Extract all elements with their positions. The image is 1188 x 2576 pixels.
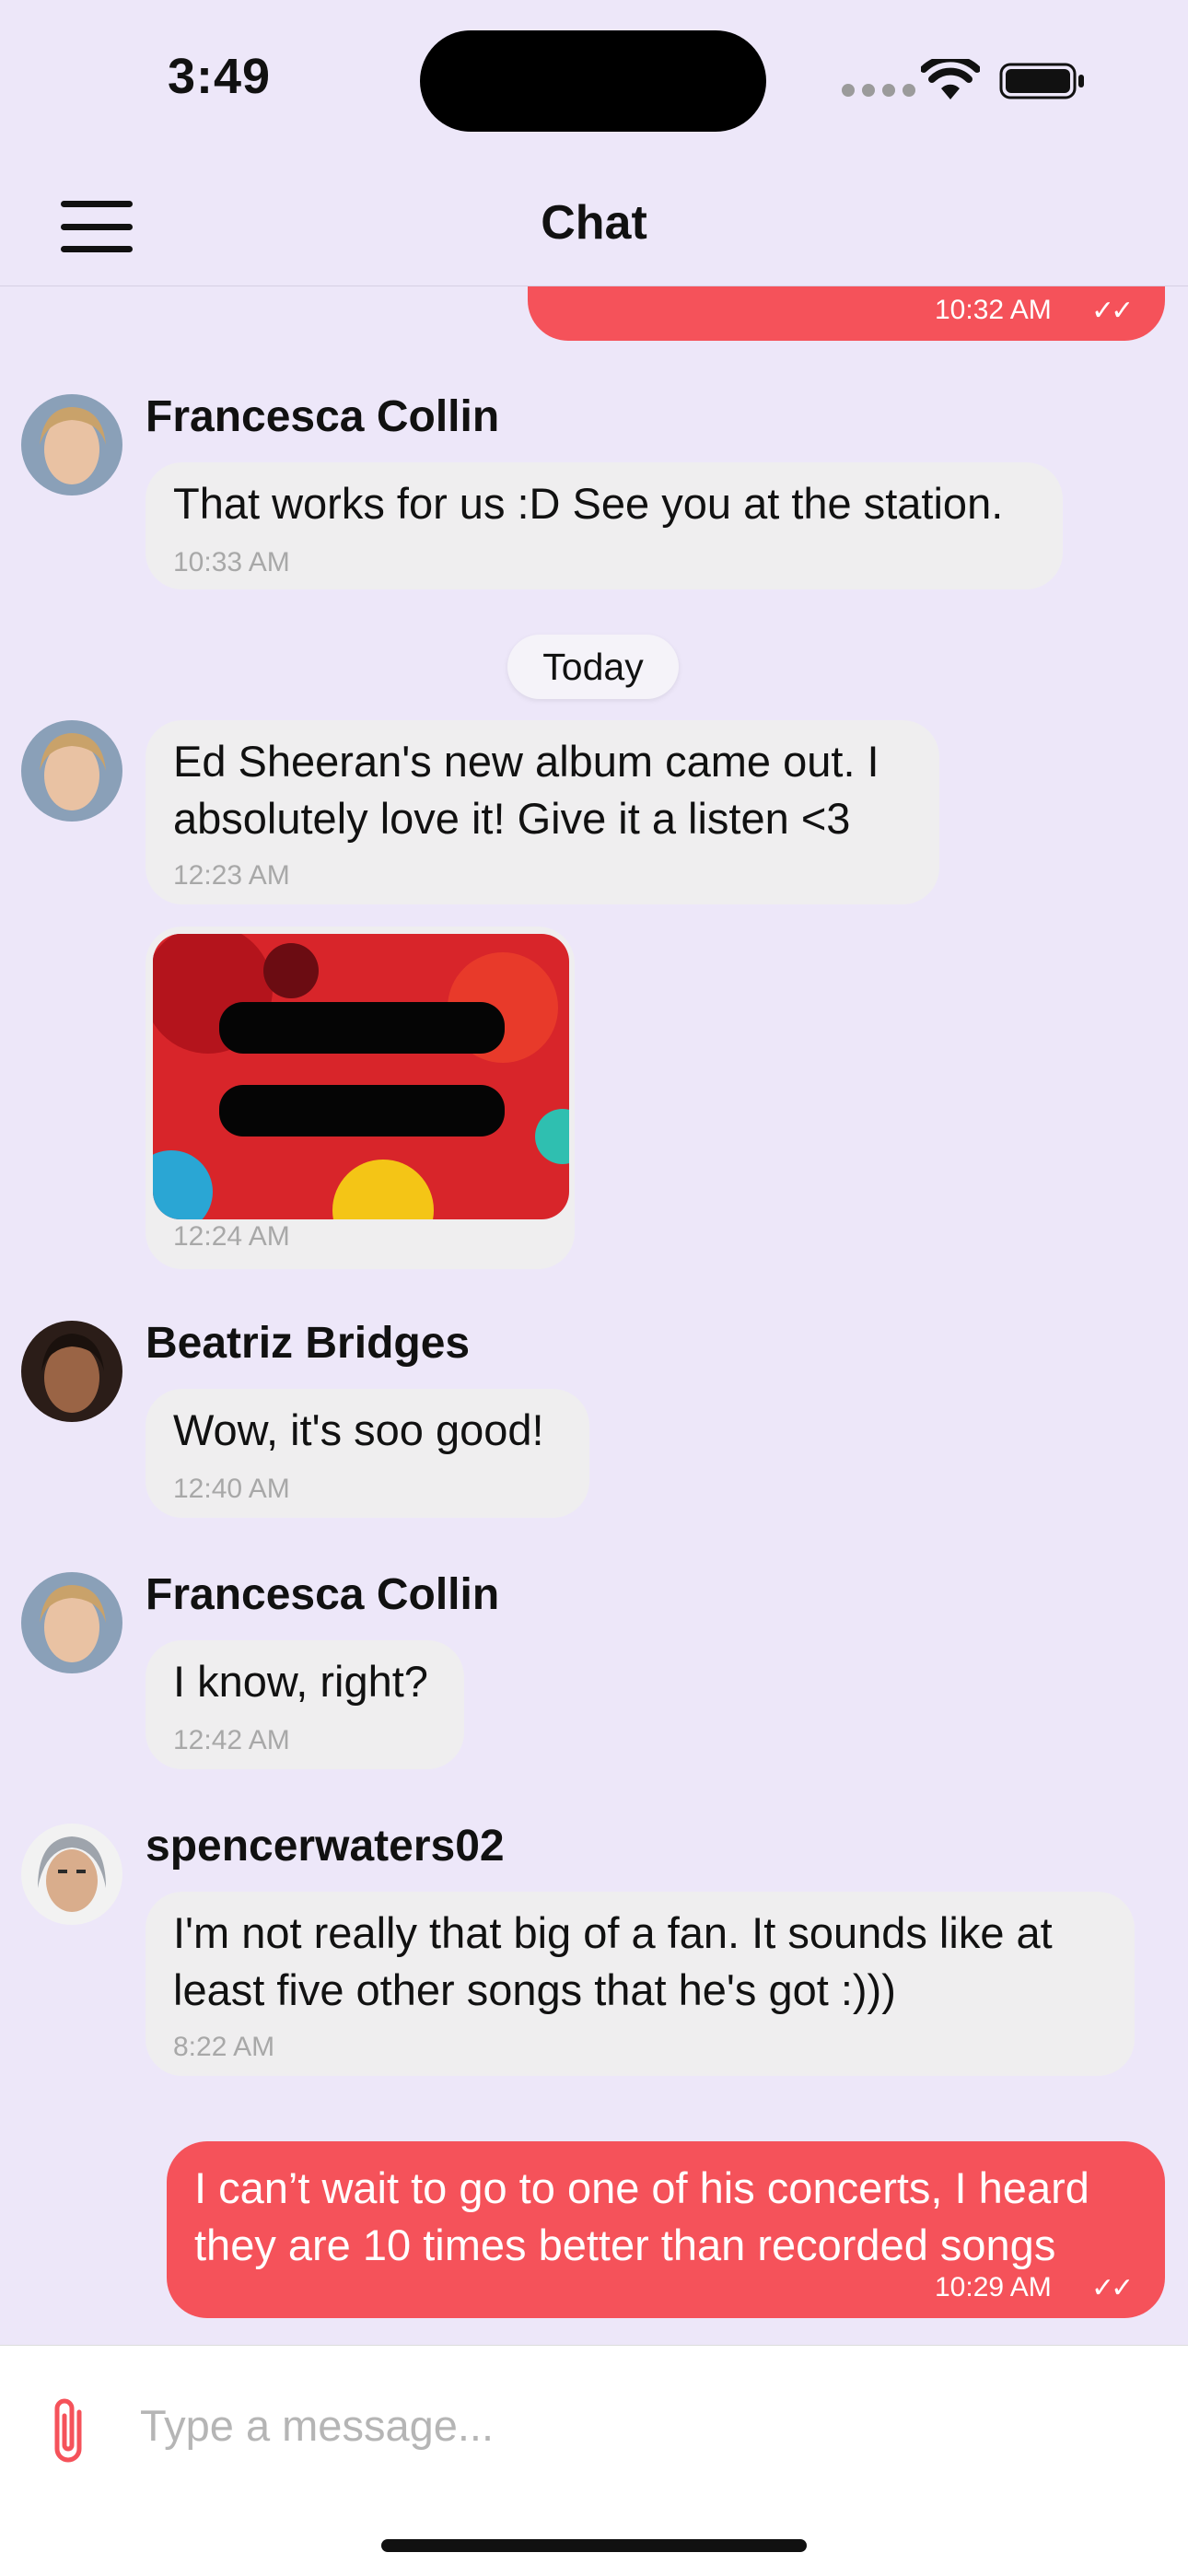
message-text: I know, right?	[173, 1657, 428, 1706]
page-title: Chat	[541, 196, 647, 250]
message-time: 8:22 AM	[173, 2032, 275, 2062]
avatar[interactable]	[21, 1824, 122, 1925]
avatar[interactable]	[21, 1321, 122, 1422]
album-cover-image[interactable]	[153, 934, 569, 1219]
day-separator: Today	[507, 635, 679, 699]
battery-icon	[999, 63, 1084, 99]
message-text: Wow, it's soo good!	[173, 1405, 544, 1454]
sender-name: spencerwaters02	[146, 1822, 505, 1871]
sender-name: Francesca Collin	[146, 392, 500, 441]
read-receipt-icon: ✓✓	[1091, 296, 1134, 326]
message-input[interactable]	[138, 2383, 1136, 2467]
message-text: Ed Sheeran's new album came out. I absol…	[173, 737, 879, 843]
message-time: 10:32 AM	[935, 295, 1052, 325]
wifi-icon	[921, 59, 980, 99]
message-composer	[0, 2345, 1188, 2576]
incoming-message[interactable]: Ed Sheeran's new album came out. I absol…	[146, 720, 939, 904]
message-text: That works for us :D See you at the stat…	[173, 479, 1004, 528]
message-time: 12:23 AM	[173, 860, 290, 891]
message-time: 12:24 AM	[173, 1221, 290, 1252]
chat-header: Chat	[0, 157, 1188, 286]
image-message[interactable]: 12:24 AM	[146, 927, 575, 1269]
home-indicator	[381, 2539, 807, 2552]
outgoing-message[interactable]: I can’t wait to go to one of his concert…	[167, 2141, 1165, 2318]
incoming-message[interactable]: That works for us :D See you at the stat…	[146, 462, 1063, 589]
message-time: 12:40 AM	[173, 1474, 290, 1504]
message-time: 10:29 AM	[935, 2272, 1052, 2302]
signal-icon	[842, 84, 915, 97]
sender-name: Beatriz Bridges	[146, 1319, 471, 1368]
status-time: 3:49	[168, 49, 272, 104]
incoming-message[interactable]: Wow, it's soo good! 12:40 AM	[146, 1389, 589, 1518]
avatar[interactable]	[21, 1572, 122, 1673]
sender-name: Francesca Collin	[146, 1570, 500, 1619]
read-receipt-icon: ✓✓	[1091, 2273, 1134, 2303]
incoming-message[interactable]: I'm not really that big of a fan. It sou…	[146, 1892, 1135, 2076]
avatar[interactable]	[21, 394, 122, 495]
message-time: 12:42 AM	[173, 1725, 290, 1755]
avatar[interactable]	[21, 720, 122, 822]
attachment-icon[interactable]	[42, 2394, 94, 2469]
dynamic-island	[420, 30, 766, 132]
message-time: 10:33 AM	[173, 547, 290, 577]
message-text: I'm not really that big of a fan. It sou…	[173, 1908, 1053, 2014]
incoming-message[interactable]: I know, right? 12:42 AM	[146, 1640, 464, 1769]
message-text: I can’t wait to go to one of his concert…	[194, 2163, 1089, 2269]
